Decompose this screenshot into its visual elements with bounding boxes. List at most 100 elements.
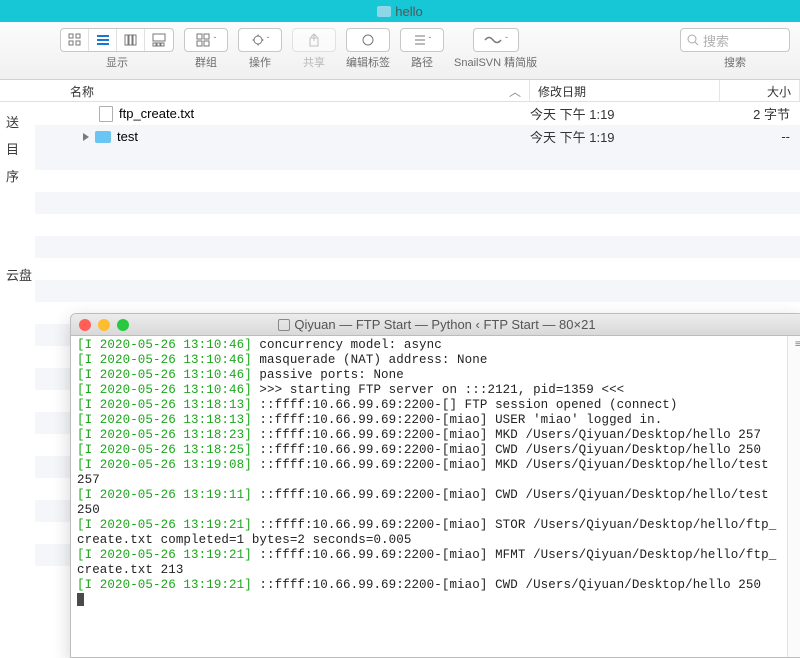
- sidebar-item[interactable]: 目: [0, 135, 35, 162]
- terminal-line: [I 2020-05-26 13:10:46] masquerade (NAT)…: [77, 353, 777, 368]
- terminal-line: [I 2020-05-26 13:10:46] >>> starting FTP…: [77, 383, 777, 398]
- zoom-icon[interactable]: [117, 319, 129, 331]
- file-row[interactable]: test 今天 下午 1:19--: [35, 125, 800, 148]
- sort-asc-icon: ︿: [509, 83, 521, 100]
- action-button[interactable]: ˇ: [238, 28, 282, 52]
- group-button[interactable]: ˇ: [184, 28, 228, 52]
- log-timestamp: [I 2020-05-26 13:18:23]: [77, 428, 252, 442]
- terminal-line: [I 2020-05-26 13:10:46] passive ports: N…: [77, 368, 777, 383]
- header-size[interactable]: 大小: [720, 80, 800, 101]
- sidebar-item[interactable]: [0, 237, 35, 245]
- log-message: ::ffff:10.66.99.69:2200-[] FTP session o…: [252, 398, 678, 412]
- share-button[interactable]: [292, 28, 336, 52]
- file-name: ftp_create.txt: [119, 106, 194, 121]
- log-message: passive ports: None: [252, 368, 404, 382]
- file-date: 今天 下午 1:19: [530, 127, 720, 146]
- tags-group: 编辑标签: [346, 28, 390, 70]
- search-placeholder: 搜索: [703, 31, 729, 50]
- log-timestamp: [I 2020-05-26 13:19:21]: [77, 578, 252, 592]
- log-message: >>> starting FTP server on :::2121, pid=…: [252, 383, 624, 397]
- header-name[interactable]: 名称︿: [0, 80, 530, 101]
- log-message: masquerade (NAT) address: None: [252, 353, 488, 367]
- group-group: ˇ 群组: [184, 28, 228, 70]
- log-timestamp: [I 2020-05-26 13:18:13]: [77, 413, 252, 427]
- log-timestamp: [I 2020-05-26 13:10:46]: [77, 338, 252, 352]
- log-timestamp: [I 2020-05-26 13:10:46]: [77, 383, 252, 397]
- terminal-line: [I 2020-05-26 13:18:25] ::ffff:10.66.99.…: [77, 443, 777, 458]
- terminal-line: [I 2020-05-26 13:10:46] concurrency mode…: [77, 338, 777, 353]
- cursor-icon: [77, 593, 84, 606]
- sidebar-item[interactable]: 序: [0, 162, 35, 189]
- sidebar-item[interactable]: 云盘: [0, 261, 35, 288]
- terminal-titlebar[interactable]: Qiyuan — FTP Start — Python ‹ FTP Start …: [71, 314, 800, 336]
- search-group: 搜索 搜索: [680, 28, 790, 70]
- sidebar-item[interactable]: [0, 245, 35, 253]
- terminal-line: [I 2020-05-26 13:19:11] ::ffff:10.66.99.…: [77, 488, 777, 518]
- log-timestamp: [I 2020-05-26 13:19:11]: [77, 488, 252, 502]
- column-headers[interactable]: 名称︿ 修改日期 大小: [0, 80, 800, 102]
- icon-view-icon[interactable]: [61, 29, 89, 51]
- path-group: ˇ 路径: [400, 28, 444, 70]
- folder-icon: [95, 131, 111, 143]
- home-icon: [278, 319, 290, 331]
- view-group: 显示: [60, 28, 174, 70]
- share-group: 共享: [292, 28, 336, 70]
- log-timestamp: [I 2020-05-26 13:10:46]: [77, 353, 252, 367]
- sidebar-item[interactable]: [0, 221, 35, 229]
- search-input[interactable]: 搜索: [680, 28, 790, 52]
- group-label: 群组: [195, 54, 217, 70]
- terminal-window[interactable]: Qiyuan — FTP Start — Python ‹ FTP Start …: [70, 313, 800, 658]
- file-row[interactable]: ftp_create.txt今天 下午 1:192 字节: [35, 102, 800, 125]
- sidebar-item[interactable]: [0, 205, 35, 213]
- sidebar-item[interactable]: [0, 253, 35, 261]
- snailsvn-button[interactable]: ˇ: [473, 28, 519, 52]
- scroll-up-icon[interactable]: ≡: [795, 338, 800, 353]
- terminal-title: Qiyuan — FTP Start — Python ‹ FTP Start …: [71, 317, 800, 332]
- terminal-line: [I 2020-05-26 13:18:13] ::ffff:10.66.99.…: [77, 398, 777, 413]
- path-button[interactable]: ˇ: [400, 28, 444, 52]
- close-icon[interactable]: [79, 319, 91, 331]
- path-label: 路径: [411, 54, 433, 70]
- sidebar-item[interactable]: [0, 197, 35, 205]
- log-message: ::ffff:10.66.99.69:2200-[miao] CWD /User…: [252, 578, 761, 592]
- log-message: ::ffff:10.66.99.69:2200-[miao] MKD /User…: [252, 428, 761, 442]
- list-view-icon[interactable]: [89, 29, 117, 51]
- gallery-view-icon[interactable]: [145, 29, 173, 51]
- log-timestamp: [I 2020-05-26 13:10:46]: [77, 368, 252, 382]
- log-timestamp: [I 2020-05-26 13:19:21]: [77, 548, 252, 562]
- finder-toolbar: 显示 ˇ 群组 ˇ 操作 共享 编辑标签 ˇ 路径 ˇ SnailSVN 精简版: [0, 22, 800, 80]
- tags-button[interactable]: [346, 28, 390, 52]
- terminal-line: [I 2020-05-26 13:18:13] ::ffff:10.66.99.…: [77, 413, 777, 428]
- sidebar-item[interactable]: [0, 189, 35, 197]
- log-message: ::ffff:10.66.99.69:2200-[miao] USER 'mia…: [252, 413, 662, 427]
- terminal-line: [I 2020-05-26 13:19:08] ::ffff:10.66.99.…: [77, 458, 777, 488]
- log-timestamp: [I 2020-05-26 13:18:13]: [77, 398, 252, 412]
- snailsvn-label: SnailSVN 精简版: [454, 54, 537, 70]
- tags-label: 编辑标签: [346, 54, 390, 70]
- view-label: 显示: [106, 54, 128, 70]
- file-name: test: [117, 129, 138, 144]
- minimize-icon[interactable]: [98, 319, 110, 331]
- file-icon: [99, 106, 113, 122]
- snailsvn-group: ˇ SnailSVN 精简版: [454, 28, 537, 70]
- action-group: ˇ 操作: [238, 28, 282, 70]
- terminal-line: [I 2020-05-26 13:18:23] ::ffff:10.66.99.…: [77, 428, 777, 443]
- finder-titlebar[interactable]: hello: [0, 0, 800, 22]
- sidebar-item[interactable]: [0, 213, 35, 221]
- terminal-body[interactable]: [I 2020-05-26 13:10:46] concurrency mode…: [71, 336, 800, 657]
- terminal-line: [I 2020-05-26 13:19:21] ::ffff:10.66.99.…: [77, 548, 777, 578]
- sidebar-item[interactable]: 送: [0, 108, 35, 135]
- view-buttons[interactable]: [60, 28, 174, 52]
- sidebar-item[interactable]: [0, 229, 35, 237]
- header-date[interactable]: 修改日期: [530, 80, 720, 101]
- terminal-scrollbar[interactable]: ≡: [787, 336, 800, 657]
- file-date: 今天 下午 1:19: [530, 104, 720, 123]
- finder-sidebar[interactable]: 送目序云盘: [0, 102, 35, 658]
- disclosure-icon[interactable]: [83, 133, 89, 141]
- column-view-icon[interactable]: [117, 29, 145, 51]
- file-size: --: [720, 129, 800, 144]
- sidebar-item[interactable]: [0, 288, 35, 296]
- search-icon: [687, 34, 699, 46]
- log-timestamp: [I 2020-05-26 13:19:08]: [77, 458, 252, 472]
- window-title: hello: [395, 4, 422, 19]
